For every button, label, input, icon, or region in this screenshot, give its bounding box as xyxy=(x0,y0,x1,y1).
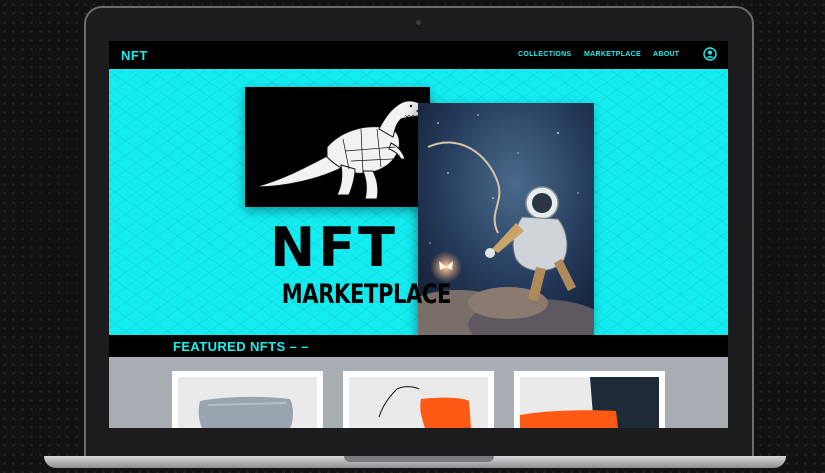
card-artwork xyxy=(349,377,488,428)
nav-collections[interactable]: COLLECTIONS xyxy=(518,51,571,58)
featured-gallery xyxy=(109,357,728,428)
dinosaur-illustration xyxy=(254,100,425,200)
card-artwork xyxy=(178,377,317,428)
orange-brushstroke-artwork xyxy=(378,386,471,428)
hero-section: NFT MARKETPLACE xyxy=(109,69,728,335)
card-artwork xyxy=(520,377,659,428)
laptop-screen: NFT COLLECTIONS MARKETPLACE ABOUT NFT MA… xyxy=(109,41,728,428)
dinosaur-nft-card[interactable] xyxy=(245,87,430,207)
user-circle-icon[interactable] xyxy=(703,47,717,61)
nav-marketplace[interactable]: MARKETPLACE xyxy=(584,51,641,58)
hero-subtitle: MARKETPLACE xyxy=(281,279,452,310)
laptop-hinge-notch xyxy=(344,456,494,462)
site-logo[interactable]: NFT xyxy=(121,48,148,63)
top-nav: NFT COLLECTIONS MARKETPLACE ABOUT xyxy=(109,41,728,69)
featured-nft-card[interactable] xyxy=(343,371,494,428)
navy-orange-artwork xyxy=(520,377,659,428)
featured-nft-card[interactable] xyxy=(514,371,665,428)
gray-brushstroke-artwork xyxy=(198,396,293,428)
featured-nft-card[interactable] xyxy=(172,371,323,428)
hero-title: NFT xyxy=(270,216,398,279)
featured-header: FEATURED NFTS – – xyxy=(109,335,728,357)
webcam xyxy=(416,20,421,25)
featured-heading: FEATURED NFTS – – xyxy=(173,339,309,354)
nav-about[interactable]: ABOUT xyxy=(653,51,679,58)
